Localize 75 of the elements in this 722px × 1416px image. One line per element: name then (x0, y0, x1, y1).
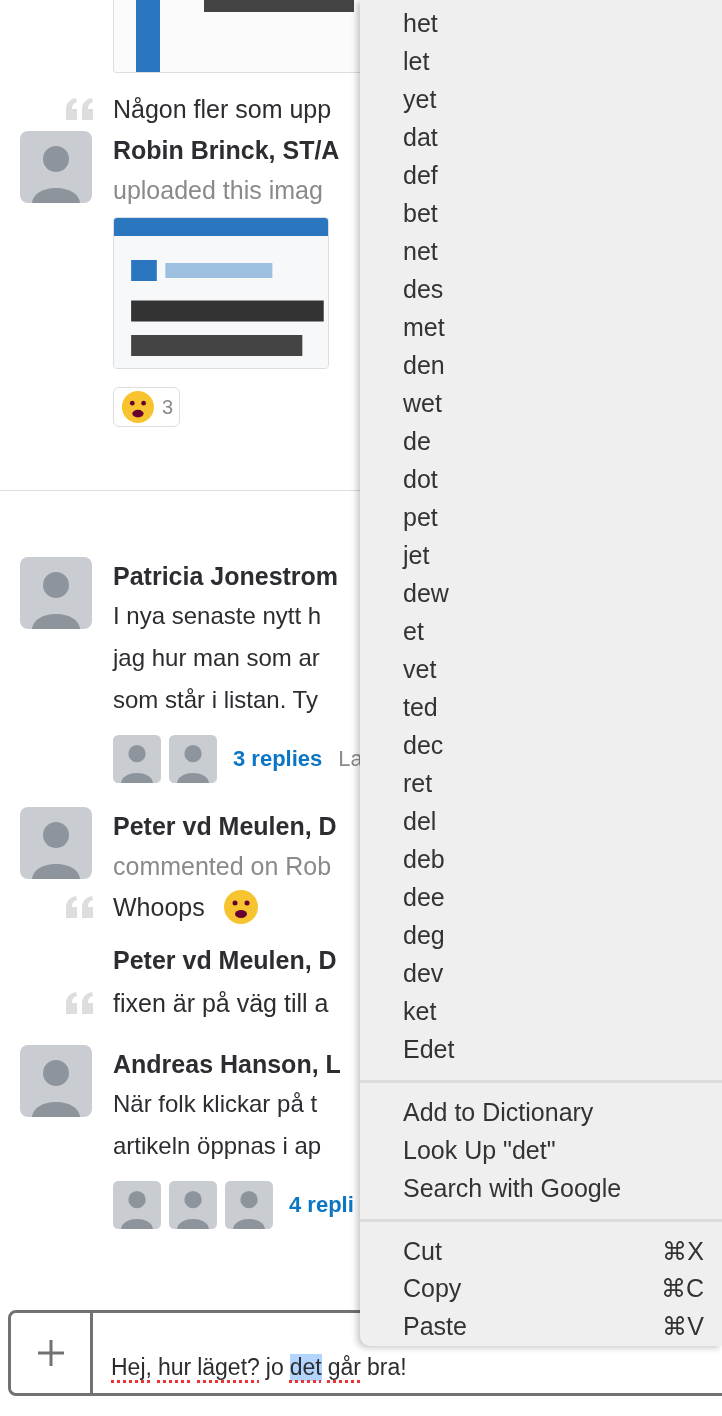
scream-emoji-icon (120, 388, 156, 426)
plus-icon (35, 1338, 66, 1368)
menu-item[interactable]: bet (360, 194, 722, 233)
menu-item[interactable]: deb (360, 840, 722, 879)
menu-item[interactable]: den (360, 346, 722, 385)
menu-item[interactable]: des (360, 270, 722, 309)
menu-item[interactable]: yet (360, 80, 722, 119)
message-text: När folk klickar på t (113, 1089, 319, 1119)
quote-icon (64, 98, 96, 120)
menu-item[interactable]: dat (360, 118, 722, 157)
menu-item[interactable]: dew (360, 574, 722, 613)
shortcut-text: ⌘V (662, 1312, 704, 1342)
menu-item[interactable]: def (360, 156, 722, 195)
menu-item[interactable]: Paste ⌘V (360, 1307, 722, 1346)
author-name: Robin Brinck, ST/A (113, 135, 340, 166)
menu-item[interactable]: dot (360, 460, 722, 499)
message-text: I nya senaste nytt h (113, 601, 323, 631)
upload-note: uploaded this imag (113, 175, 324, 206)
quote-icon (64, 896, 96, 918)
menu-item[interactable]: Cut ⌘X (360, 1232, 722, 1270)
menu-item[interactable]: Search with Google (360, 1169, 722, 1208)
menu-item[interactable]: met (360, 308, 722, 347)
avatar-icon (169, 1181, 217, 1229)
avatar-icon (113, 1181, 161, 1229)
avatar-icon (20, 557, 92, 629)
menu-item-label: Copy (403, 1274, 462, 1304)
menu-item[interactable]: net (360, 232, 722, 271)
avatar-icon (169, 735, 217, 783)
menu-item[interactable]: de (360, 422, 722, 461)
message-text: jag hur man som ar (113, 643, 321, 673)
avatar-icon (225, 1181, 273, 1229)
reaction-count: 3 (161, 395, 173, 419)
message-text: artikeln öppnas i ap (113, 1131, 323, 1161)
replies-link[interactable]: 4 repli (289, 1192, 354, 1218)
menu-item[interactable]: del (360, 802, 722, 841)
sweat-smile-emoji-icon (221, 888, 260, 926)
menu-item[interactable]: Add to Dictionary (360, 1093, 722, 1132)
menu-item[interactable]: vet (360, 650, 722, 689)
menu-item[interactable]: et (360, 612, 722, 651)
author-name: Peter vd Meulen, D (113, 945, 338, 976)
menu-item-label: Paste (403, 1312, 467, 1342)
avatar-icon (20, 131, 92, 203)
menu-item[interactable]: jet (360, 536, 722, 575)
author-name: Patricia Jonestrom (113, 561, 340, 592)
menu-item[interactable]: het (360, 5, 722, 43)
avatar-icon (113, 735, 161, 783)
avatar-icon (20, 807, 92, 879)
menu-item[interactable]: dev (360, 954, 722, 993)
menu-item[interactable]: pet (360, 498, 722, 537)
menu-item[interactable]: Copy ⌘C (360, 1270, 722, 1308)
quote-icon (64, 992, 96, 1014)
shortcut-text: ⌘C (660, 1274, 704, 1304)
menu-item[interactable]: dec (360, 726, 722, 765)
author-name: Andreas Hanson, L (113, 1049, 342, 1080)
menu-item[interactable]: ket (360, 992, 722, 1031)
replies-link[interactable]: 3 replies (233, 746, 323, 772)
add-button[interactable] (11, 1313, 93, 1393)
message-text: Någon fler som upp (113, 94, 332, 124)
menu-item[interactable]: dee (360, 878, 722, 917)
author-name: Peter vd Meulen, D (113, 811, 337, 842)
menu-item[interactable]: ret (360, 764, 722, 803)
menu-item[interactable]: wet (360, 384, 722, 423)
shortcut-text: ⌘X (662, 1236, 704, 1266)
message-text: fixen är på väg till a (113, 988, 329, 1018)
menu-item-label: Cut (403, 1236, 442, 1266)
comment-note: commented on Rob (113, 851, 333, 882)
menu-item[interactable]: Edet (360, 1030, 722, 1069)
menu-item[interactable]: let (360, 42, 722, 81)
menu-item[interactable]: deg (360, 916, 722, 955)
message-text: som står i listan. Ty (113, 685, 319, 715)
message-text: Whoops (113, 892, 205, 922)
avatar-icon (20, 1045, 92, 1117)
menu-item[interactable]: Look Up "det" (360, 1131, 722, 1170)
reaction-chip[interactable]: 3 (113, 387, 180, 427)
menu-item[interactable]: ted (360, 688, 722, 727)
